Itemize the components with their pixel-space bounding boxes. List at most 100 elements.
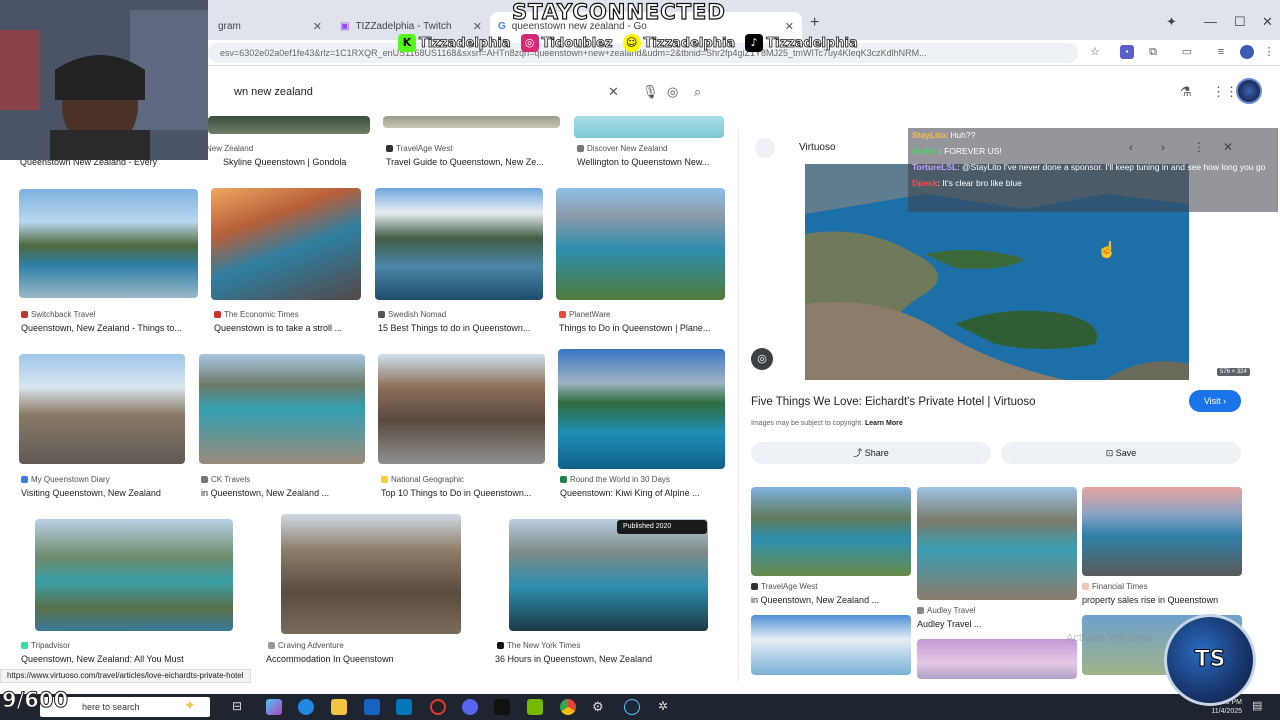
result-title[interactable]: Queenstown: Kiwi King of Alpine ... xyxy=(560,488,725,498)
result-title[interactable]: Top 10 Things to Do in Queenstown... xyxy=(381,488,546,498)
result-source: My Queenstown Diary xyxy=(21,475,181,484)
share-button[interactable]: ⤴ Share xyxy=(751,442,991,464)
lens-icon[interactable]: ◎ xyxy=(667,84,678,100)
related-title[interactable]: in Queenstown, New Zealand ... xyxy=(751,595,911,605)
result-image[interactable] xyxy=(509,519,708,631)
settings-gear-icon[interactable]: ⚙ xyxy=(592,699,608,715)
result-image[interactable] xyxy=(558,349,725,469)
bookmark-icon: ⊡ xyxy=(1105,448,1114,458)
chrome-icon[interactable] xyxy=(560,699,576,715)
nvidia-icon[interactable] xyxy=(527,699,543,715)
result-title[interactable]: Visiting Queenstown, New Zealand xyxy=(21,488,191,498)
task-view-icon[interactable]: ⊟ xyxy=(232,699,248,715)
preview-title[interactable]: Five Things We Love: Eichardt's Private … xyxy=(751,396,1036,408)
visit-button[interactable]: Visit › xyxy=(1189,390,1241,412)
result-image[interactable] xyxy=(281,514,461,634)
notifications-icon[interactable]: ▤ xyxy=(1252,699,1268,715)
profile-avatar[interactable] xyxy=(1240,45,1254,59)
obs-icon[interactable] xyxy=(430,699,446,715)
sub-goal-counter: 9/600 xyxy=(1,688,69,713)
save-button[interactable]: ⊡ Save xyxy=(1001,442,1241,464)
activate-windows-watermark: Activate Windows xyxy=(1066,632,1153,644)
extension-icon[interactable]: ▪ xyxy=(1120,45,1134,59)
result-image[interactable] xyxy=(383,116,560,128)
related-image[interactable] xyxy=(751,615,911,675)
chat-message: TortureLSL: @StayLito I've never done a … xyxy=(912,162,1266,172)
lens-search-icon[interactable]: ◎ xyxy=(751,348,773,370)
result-source: The Economic Times xyxy=(214,310,364,319)
mail-icon[interactable] xyxy=(396,699,412,715)
bookmark-star-icon[interactable]: ☆ xyxy=(1088,45,1102,59)
result-title[interactable]: 15 Best Things to do in Queenstown... xyxy=(378,323,543,333)
result-image[interactable] xyxy=(199,354,365,464)
related-image[interactable] xyxy=(751,487,911,576)
related-title[interactable]: Audley Travel ... xyxy=(917,619,1077,629)
related-source: Audley Travel xyxy=(917,606,1077,615)
result-title[interactable]: Wellington to Queenstown New... xyxy=(577,157,727,167)
account-avatar[interactable] xyxy=(1236,78,1262,104)
result-image[interactable] xyxy=(574,116,724,138)
apps-grid-icon[interactable]: ⋮⋮ xyxy=(1212,84,1238,100)
edge-icon[interactable] xyxy=(298,699,314,715)
search-icon[interactable]: ⌕ xyxy=(694,84,701,100)
result-image[interactable] xyxy=(375,188,543,300)
result-image[interactable] xyxy=(211,188,361,300)
labs-flask-icon[interactable]: ⚗ xyxy=(1180,84,1192,100)
tab-instagram[interactable]: gram ✕ xyxy=(210,12,330,40)
result-title[interactable]: Queenstown, New Zealand - Things to... xyxy=(21,323,197,333)
result-title[interactable]: Accommodation In Queenstown xyxy=(266,654,436,664)
learn-more-link[interactable]: Learn More xyxy=(865,420,903,427)
discord-icon[interactable] xyxy=(462,699,478,715)
file-explorer-icon[interactable] xyxy=(331,699,347,715)
extensions-puzzle-icon[interactable]: ⧉ xyxy=(1146,45,1160,59)
store-icon[interactable] xyxy=(364,699,380,715)
snapchat-icon: ☺ xyxy=(622,34,641,52)
clear-search-icon[interactable]: ✕ xyxy=(608,84,619,100)
result-source: Swedish Nomad xyxy=(378,310,543,319)
result-image[interactable] xyxy=(19,354,185,464)
result-image[interactable] xyxy=(378,354,545,464)
capcut-icon[interactable] xyxy=(494,699,510,715)
channel-logo-badge: TS xyxy=(1164,614,1256,706)
related-image[interactable] xyxy=(1082,487,1242,576)
result-title[interactable]: Travel Guide to Queenstown, New Ze... xyxy=(386,157,556,167)
result-image[interactable] xyxy=(208,116,370,134)
close-window-icon[interactable]: ✕ xyxy=(1262,14,1273,30)
image-results-grid: New Zealand Queenstown New Zealand - Eve… xyxy=(0,116,738,682)
related-image[interactable] xyxy=(917,487,1077,600)
chat-message: StayLito: Huh?? xyxy=(912,130,976,140)
chat-message: BotRix: FOREVER US! xyxy=(912,146,1002,156)
result-title[interactable]: Queenstown is to take a stroll ... xyxy=(214,323,364,333)
minimize-icon[interactable]: — xyxy=(1204,14,1217,29)
steam-icon[interactable] xyxy=(624,699,640,715)
copilot-icon[interactable] xyxy=(266,699,282,715)
close-icon[interactable]: ✕ xyxy=(313,20,322,33)
maximize-icon[interactable]: ☐ xyxy=(1234,14,1246,30)
tiktok-icon: ♪ xyxy=(745,34,764,52)
result-title[interactable]: in Queenstown, New Zealand ... xyxy=(201,488,361,498)
copilot-sparkle-icon[interactable]: ✦ xyxy=(184,697,200,713)
related-image[interactable] xyxy=(917,639,1077,679)
preview-site-name[interactable]: Virtuoso xyxy=(799,142,836,153)
result-image[interactable] xyxy=(19,189,198,298)
published-badge: Published 2020 xyxy=(617,520,707,534)
sidepanel-icon[interactable]: ▭ xyxy=(1180,45,1194,59)
social-instagram: ◎ Tidoublez xyxy=(520,34,613,52)
related-title[interactable]: property sales rise in Queenstown xyxy=(1082,595,1242,605)
result-title[interactable]: Queenstown, New Zealand: All You Must xyxy=(21,654,201,664)
result-source: TravelAge West xyxy=(386,144,556,153)
social-handles: K Tizzadelphia ◎ Tidoublez ☺ Tizzadelphia ♪… xyxy=(398,30,858,56)
result-image[interactable] xyxy=(556,188,725,300)
app-icon[interactable]: ✲ xyxy=(658,699,674,715)
status-url: https://www.virtuoso.com/travel/articles… xyxy=(0,669,251,683)
result-image[interactable] xyxy=(35,519,233,631)
result-title[interactable]: Skyline Queenstown | Gondola xyxy=(223,157,373,167)
more-menu-icon[interactable]: ⋮ xyxy=(1262,45,1276,59)
related-source: Financial Times xyxy=(1082,582,1242,591)
microphone-icon[interactable]: 🎙 xyxy=(642,84,659,100)
gemini-icon[interactable]: ✦ xyxy=(1166,14,1177,30)
result-title[interactable]: Things to Do in Queenstown | Plane... xyxy=(559,323,724,333)
search-input[interactable]: wn new zealand xyxy=(150,78,720,106)
result-title[interactable]: 36 Hours in Queenstown, New Zealand xyxy=(495,654,695,664)
cast-icon[interactable]: ≡ xyxy=(1214,45,1228,59)
